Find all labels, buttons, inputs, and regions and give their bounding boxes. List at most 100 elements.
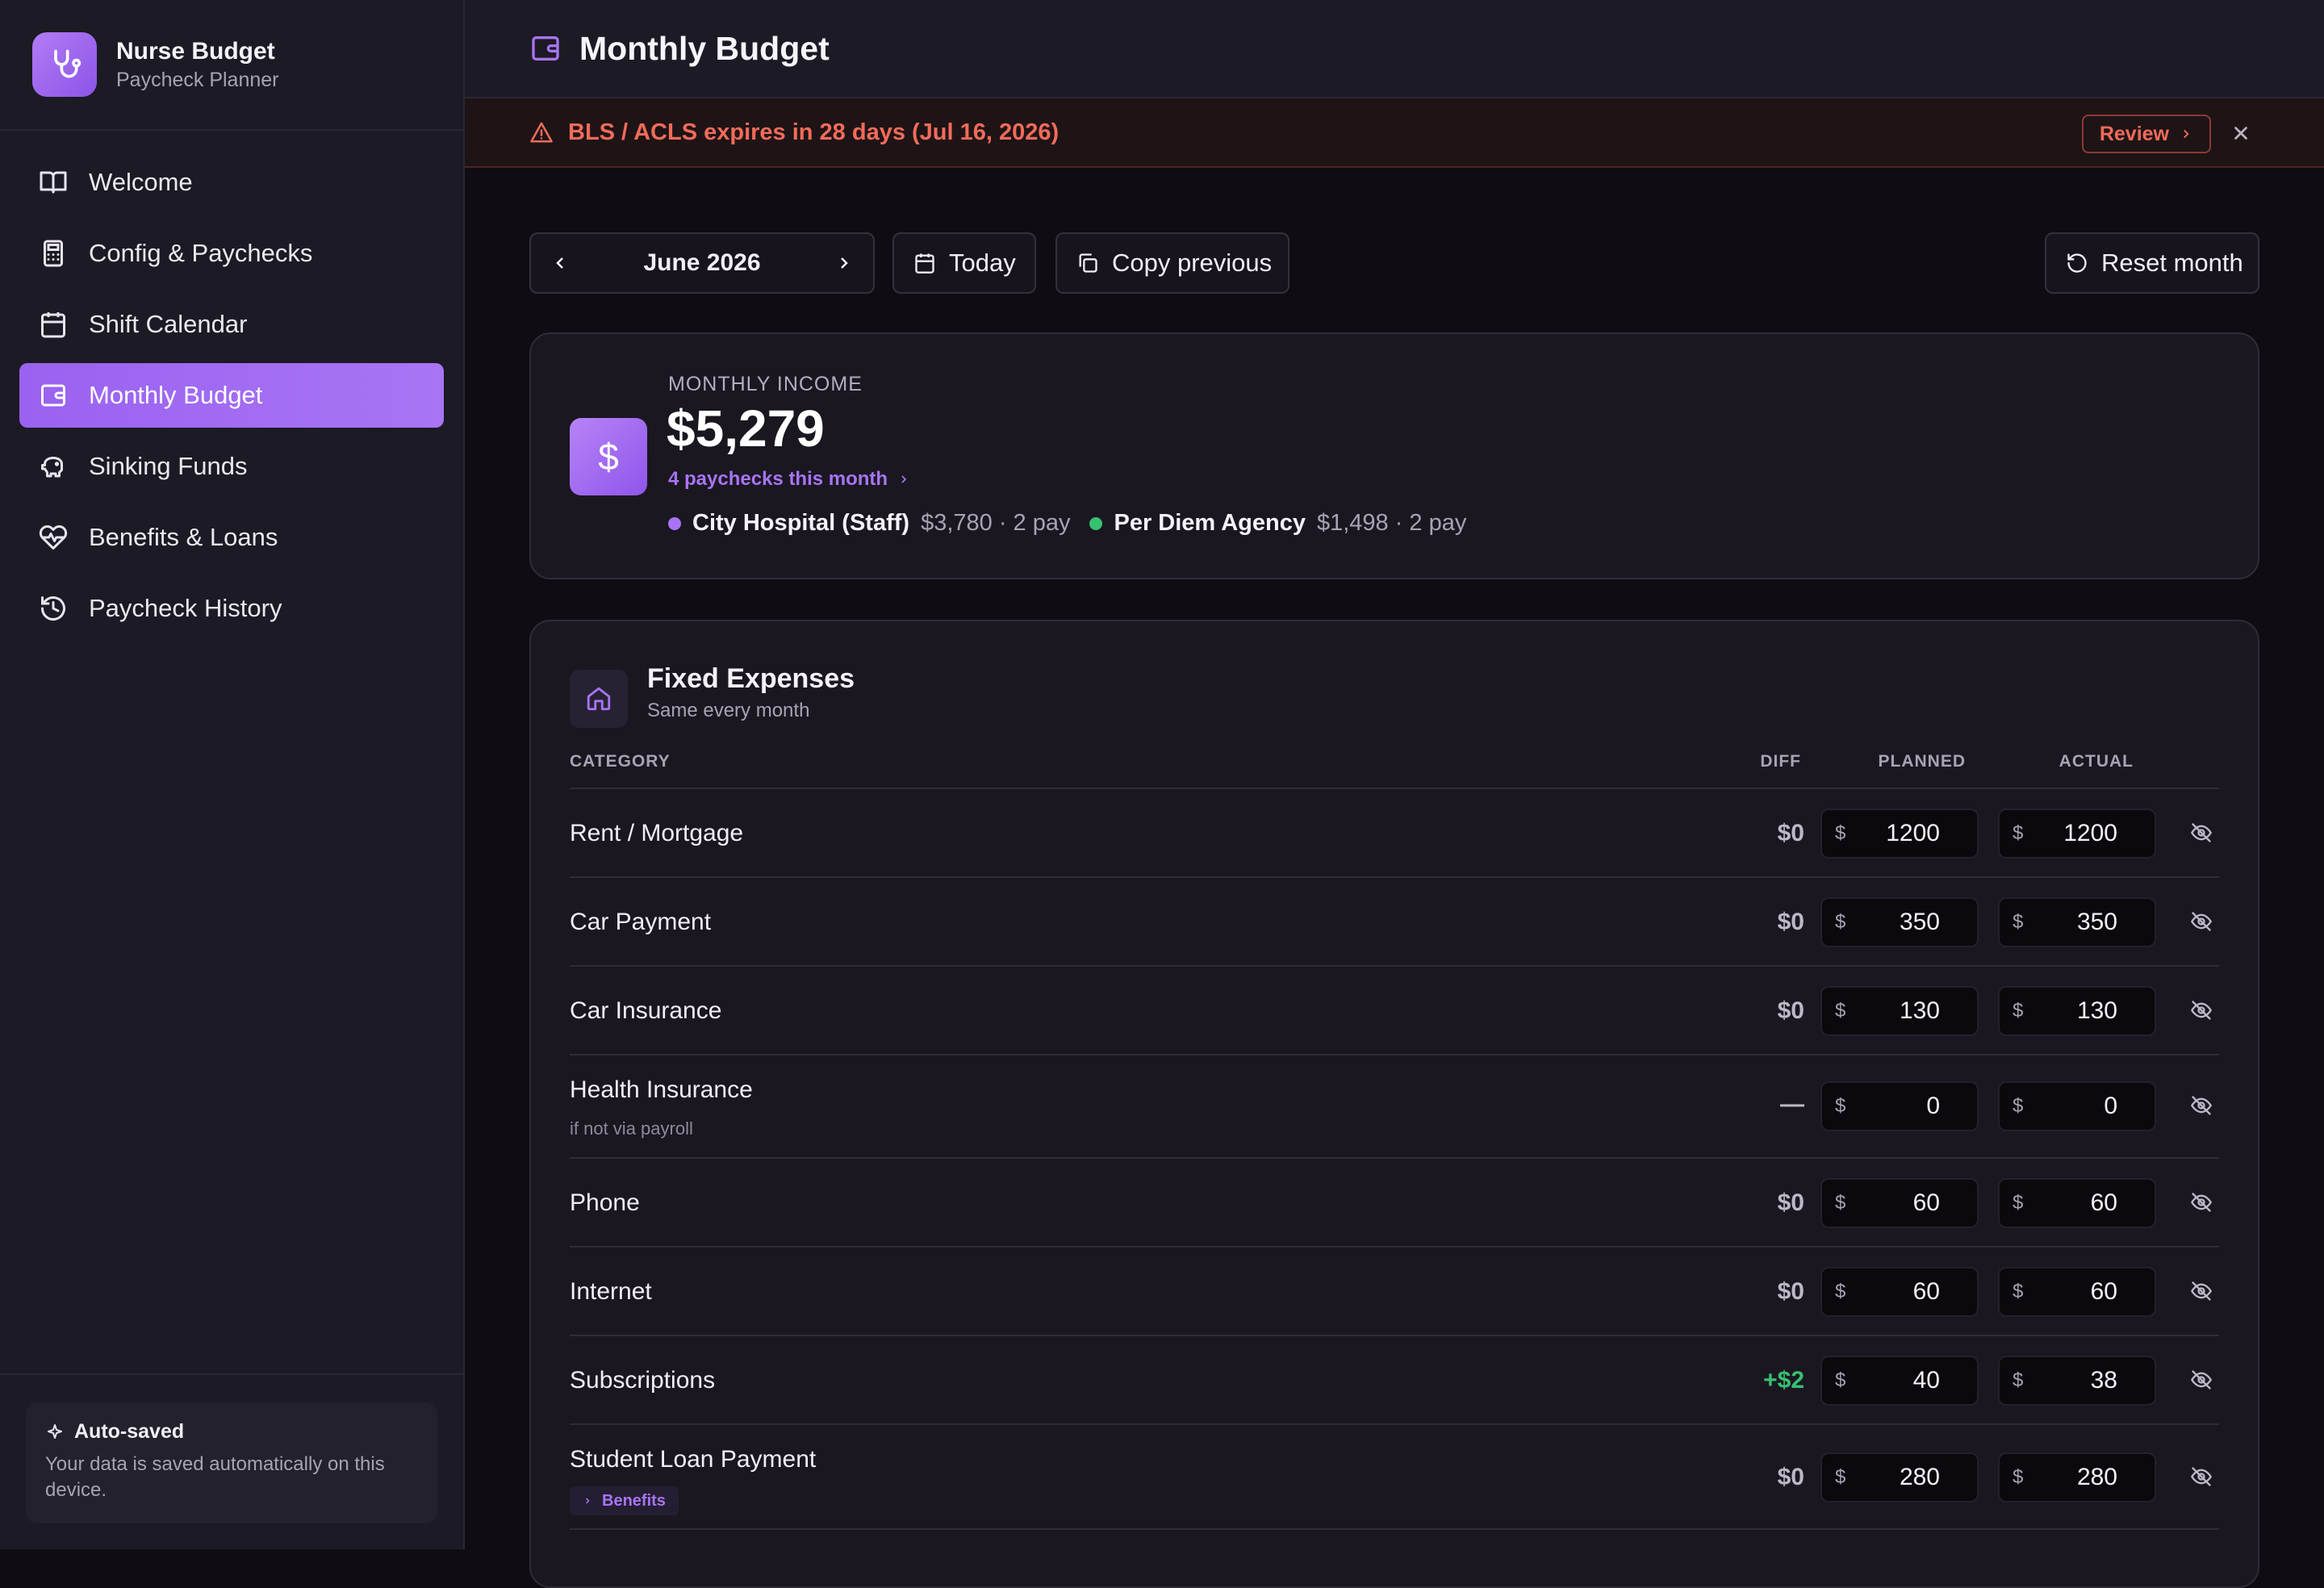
actual-input[interactable] — [2023, 1366, 2142, 1395]
planned-input[interactable] — [1845, 997, 1964, 1026]
planned-input[interactable] — [1845, 819, 1964, 848]
planned-field[interactable]: $ — [1820, 1081, 1979, 1131]
source-name: Per Diem Agency — [1114, 510, 1306, 536]
actual-input[interactable] — [2023, 1092, 2142, 1121]
actual-input[interactable] — [2023, 1189, 2142, 1218]
eye-off-icon[interactable] — [2190, 910, 2213, 933]
sidebar-item-config-paychecks[interactable]: Config & Paychecks — [19, 221, 444, 286]
eye-off-icon[interactable] — [2190, 999, 2213, 1022]
book-icon — [40, 171, 67, 194]
category-name: Student Loan Payment — [570, 1446, 817, 1473]
actual-input[interactable] — [2023, 1277, 2142, 1306]
calendar-icon — [41, 312, 65, 338]
sidebar-item-shift-calendar[interactable]: Shift Calendar — [19, 292, 444, 357]
actual-field[interactable]: $ — [1998, 1178, 2156, 1228]
category-name: Internet — [570, 1278, 652, 1305]
paychecks-link[interactable]: 4 paychecks this month — [668, 468, 910, 491]
actual-field[interactable]: $ — [1998, 897, 2156, 947]
autosave-text: Your data is saved automatically on this… — [45, 1453, 385, 1501]
actual-input[interactable] — [2023, 1463, 2142, 1492]
section-subtitle: Same every month — [647, 700, 810, 721]
planned-input[interactable] — [1845, 908, 1964, 937]
column-header-planned: PLANNED — [1878, 752, 1966, 771]
planned-field[interactable]: $ — [1820, 897, 1979, 947]
copy-previous-button[interactable]: Copy previous — [1055, 232, 1289, 294]
chevron-left-icon[interactable] — [550, 253, 570, 273]
diff-value: +$2 — [1763, 1367, 1804, 1394]
month-navigator: June 2026 — [529, 232, 875, 294]
category-name: Phone — [570, 1189, 640, 1216]
eye-off-icon[interactable] — [2190, 1094, 2213, 1117]
chevron-right-icon[interactable] — [834, 253, 854, 273]
income-sources: City Hospital (Staff) $3,780 · 2 pay Per… — [668, 510, 1486, 537]
fixed-expenses-card: Fixed Expenses Same every month CATEGORY… — [529, 620, 2259, 1588]
planned-field[interactable]: $ — [1820, 1267, 1979, 1317]
certification-alert: BLS / ACLS expires in 28 days (Jul 16, 2… — [465, 98, 2324, 168]
reset-month-button[interactable]: Reset month — [2045, 232, 2259, 294]
sidebar: Nurse Budget Paycheck Planner Welcome Co… — [0, 0, 465, 1549]
eye-off-icon[interactable] — [2190, 1280, 2213, 1302]
diff-value: $0 — [1777, 1464, 1804, 1490]
sidebar-item-welcome[interactable]: Welcome — [19, 150, 444, 215]
table-row: Subscriptions +$2 $ $ — [570, 1335, 2219, 1423]
actual-field[interactable]: $ — [1998, 1267, 2156, 1317]
wallet-icon — [532, 36, 559, 61]
eye-off-icon[interactable] — [2190, 1465, 2213, 1488]
planned-field[interactable]: $ — [1820, 1452, 1979, 1502]
page-title: Monthly Budget — [579, 29, 830, 67]
autosave-section: Auto-saved Your data is saved automatica… — [0, 1373, 463, 1549]
planned-input[interactable] — [1845, 1463, 1964, 1492]
sidebar-item-sinking-funds[interactable]: Sinking Funds — [19, 434, 444, 499]
sidebar-item-label: Sinking Funds — [89, 452, 248, 480]
benefits-tag[interactable]: Benefits — [570, 1486, 679, 1515]
planned-input[interactable] — [1845, 1189, 1964, 1218]
actual-field[interactable]: $ — [1998, 986, 2156, 1036]
planned-field[interactable]: $ — [1820, 1356, 1979, 1406]
reset-label: Reset month — [2101, 249, 2243, 277]
source-meta: $3,780 · 2 pay — [921, 510, 1071, 536]
chevron-right-icon — [2184, 129, 2189, 139]
diff-value: $0 — [1777, 1278, 1804, 1305]
planned-input[interactable] — [1845, 1277, 1964, 1306]
income-value: $5,279 — [667, 399, 825, 458]
source-dot — [668, 516, 681, 530]
diff-value: $0 — [1777, 909, 1804, 935]
planned-input[interactable] — [1845, 1092, 1964, 1121]
sidebar-item-label: Welcome — [89, 168, 193, 196]
eye-off-icon[interactable] — [2190, 1369, 2213, 1391]
sidebar-item-benefits-loans[interactable]: Benefits & Loans — [19, 505, 444, 570]
actual-input[interactable] — [2023, 908, 2142, 937]
review-button[interactable]: Review — [2081, 115, 2211, 153]
sidebar-item-monthly-budget[interactable]: Monthly Budget — [19, 363, 444, 428]
close-icon[interactable] — [2230, 123, 2251, 144]
today-button[interactable]: Today — [892, 232, 1036, 294]
actual-field[interactable]: $ — [1998, 1452, 2156, 1502]
planned-field[interactable]: $ — [1820, 986, 1979, 1036]
copy-icon — [1079, 253, 1097, 273]
eye-off-icon[interactable] — [2190, 1191, 2213, 1214]
actual-field[interactable]: $ — [1998, 1356, 2156, 1406]
planned-field[interactable]: $ — [1820, 1178, 1979, 1228]
actual-field[interactable]: $ — [1998, 1081, 2156, 1131]
actual-field[interactable]: $ — [1998, 809, 2156, 859]
history-icon — [41, 596, 65, 621]
category-name: Health Insurance — [570, 1076, 753, 1103]
source-name: City Hospital (Staff) — [692, 510, 910, 536]
source-dot — [1089, 516, 1103, 530]
table-row: Student Loan Payment Benefits $0 $ $ — [570, 1423, 2219, 1530]
planned-field[interactable]: $ — [1820, 809, 1979, 859]
wallet-icon — [41, 384, 65, 407]
table-row: Rent / Mortgage $0 $ $ — [570, 788, 2219, 876]
diff-value: $0 — [1777, 997, 1804, 1024]
actual-input[interactable] — [2023, 819, 2142, 848]
review-label: Review — [2099, 122, 2169, 145]
sidebar-nav: Welcome Config & Paychecks Shift Calenda… — [0, 131, 463, 641]
planned-input[interactable] — [1845, 1366, 1964, 1395]
actual-input[interactable] — [2023, 997, 2142, 1026]
heart-pulse-icon — [39, 524, 68, 550]
chevron-right-icon — [901, 475, 907, 483]
eye-off-icon[interactable] — [2190, 821, 2213, 844]
expenses-header: Fixed Expenses Same every month — [570, 663, 855, 728]
sidebar-item-paycheck-history[interactable]: Paycheck History — [19, 576, 444, 641]
diff-value: — — [1780, 1091, 1804, 1118]
